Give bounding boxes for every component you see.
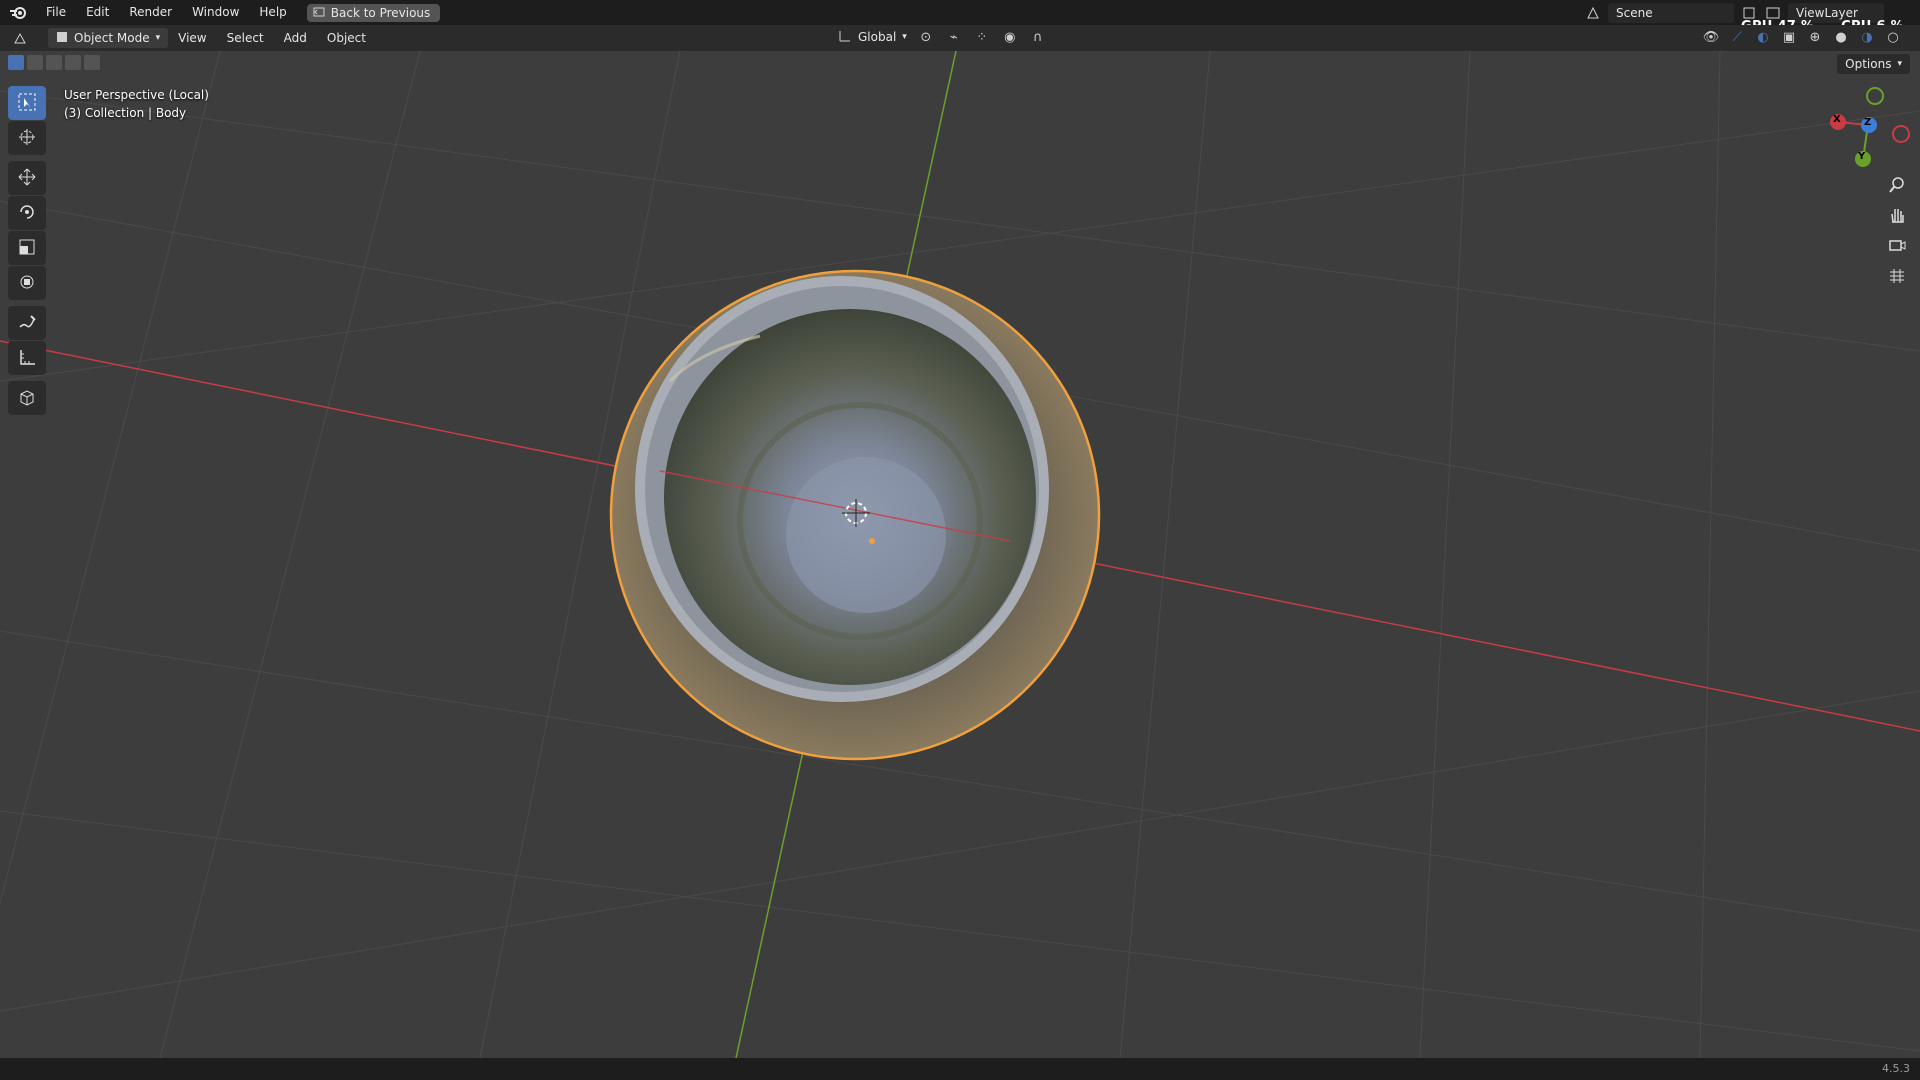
menu-edit[interactable]: Edit [76,0,119,25]
add-cube-icon [18,388,36,409]
menu-file[interactable]: File [36,0,76,25]
scale-icon [18,238,36,259]
menu-help[interactable]: Help [249,0,296,25]
gizmo-x-label: X [1833,114,1841,125]
back-to-previous-button[interactable]: Back to Previous [306,3,441,22]
transform-tools: Global ▾ ⊙ ⌁ ⁘ ◉ ∩ [838,28,1047,46]
snap-target-icon[interactable]: ⁘ [973,28,991,46]
options-dropdown[interactable]: Options ▾ [1837,54,1910,74]
menu-window[interactable]: Window [182,0,249,25]
chevron-down-icon: ▾ [902,32,907,42]
status-bar: 4.5.3 [0,1058,1920,1080]
gizmo-y-label: Y [1858,151,1866,162]
chevron-down-icon: ▾ [1897,59,1902,69]
visibility-icon[interactable]: 👁 [1702,28,1720,46]
object-origin-icon [869,538,875,544]
rendered-shading-icon[interactable]: ○ [1884,28,1902,46]
object-mode-dropdown[interactable]: Object Mode ▾ [48,28,169,48]
proportional-edit-icon[interactable]: ◉ [1001,28,1019,46]
3d-viewport[interactable] [0,51,1920,1058]
cursor-tool[interactable] [8,121,46,155]
menu-view[interactable]: View [168,25,216,51]
orthographic-toggle-icon[interactable] [1882,260,1912,290]
menu-select[interactable]: Select [217,25,274,51]
scene-icon [1584,4,1602,22]
cursor-icon [18,128,36,149]
active-collection-label: (3) Collection | Body [64,106,187,120]
measure-icon [18,348,36,369]
annotate-tool[interactable] [8,306,46,340]
scale-tool[interactable] [8,231,46,265]
editor-type-icon[interactable] [12,29,30,47]
material-shading-icon[interactable]: ◑ [1858,28,1876,46]
select-box-icon [18,93,36,114]
tool-shelf [8,86,46,416]
falloff-icon[interactable]: ∩ [1029,28,1047,46]
zoom-icon[interactable] [1882,170,1912,200]
gizmo-toggle-icon[interactable]: ⟋ [1728,28,1746,46]
measure-tool[interactable] [8,341,46,375]
gizmo-z-label: Z [1864,117,1872,128]
rotate-icon [18,203,36,224]
menu-add[interactable]: Add [274,25,317,51]
xray-icon[interactable]: ▣ [1780,28,1798,46]
scene-field[interactable]: Scene [1608,2,1734,23]
solid-shading-icon[interactable]: ● [1832,28,1850,46]
viewport-header: Object Mode ▾ View Select Add Object Glo… [0,25,1920,51]
pivot-point-icon[interactable]: ⊙ [917,28,935,46]
object-mode-icon [56,31,68,46]
chevron-down-icon: ▾ [155,33,161,43]
move-tool[interactable] [8,161,46,195]
pan-hand-icon[interactable] [1882,200,1912,230]
version-label: 4.5.3 [1882,1062,1910,1075]
menu-render[interactable]: Render [119,0,182,25]
overlay-toggle-icon[interactable]: ◐ [1754,28,1772,46]
camera-view-icon[interactable] [1882,230,1912,260]
annotate-icon [18,313,36,334]
view-perspective-label: User Perspective (Local) [64,88,209,102]
back-icon [313,6,325,20]
menu-object[interactable]: Object [317,25,376,51]
snap-icon[interactable]: ⌁ [945,28,963,46]
wireframe-shading-icon[interactable]: ⊕ [1806,28,1824,46]
add-cube-tool[interactable] [8,381,46,415]
transform-orientation-dropdown[interactable]: Global ▾ [838,29,907,46]
blender-logo-icon[interactable] [0,0,36,25]
move-icon [18,168,36,189]
viewport-navigation-controls [1882,170,1912,290]
transform-icon [18,273,36,294]
viewport-info-overlay: User Perspective (Local) (3) Collection … [64,86,209,122]
selected-object-body[interactable] [609,269,1101,761]
back-to-previous-label: Back to Previous [330,5,431,20]
viewport-display-tools: 👁 ⟋ ◐ ▣ ⊕ ● ◑ ○ [1702,28,1902,46]
top-menubar: File Edit Render Window Help Back to Pre… [0,0,1920,25]
rotate-tool[interactable] [8,196,46,230]
transform-tool[interactable] [8,266,46,300]
select-box-tool[interactable] [8,86,46,120]
orientation-icon [838,29,852,46]
